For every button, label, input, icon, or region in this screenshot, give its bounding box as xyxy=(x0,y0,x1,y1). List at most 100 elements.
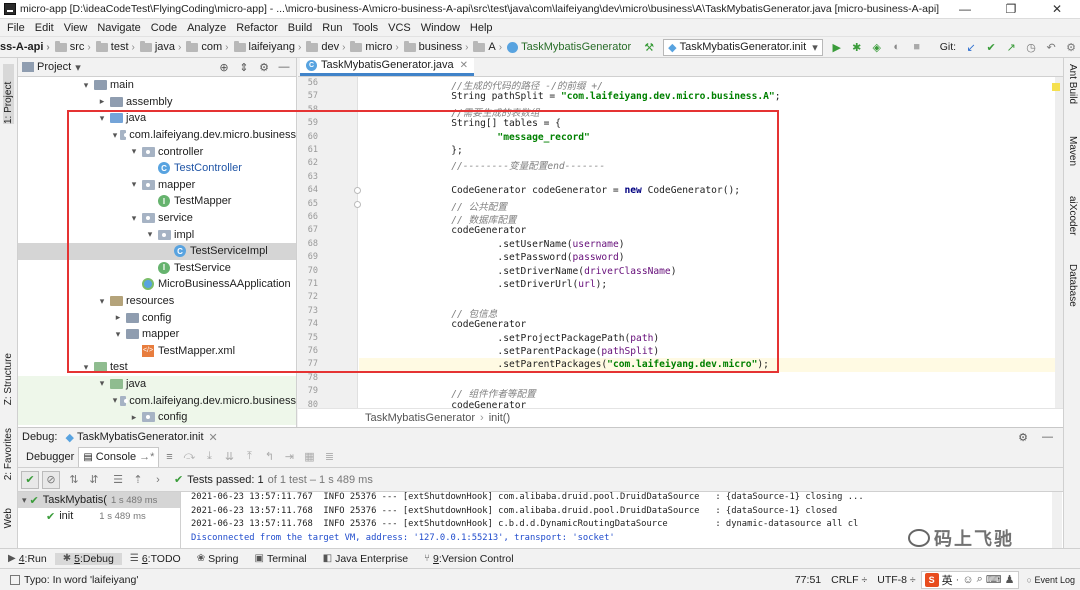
tool-window-todo[interactable]: ☰ 6: TODO xyxy=(122,553,189,565)
menu-navigate[interactable]: Navigate xyxy=(92,22,145,34)
stop-icon[interactable]: ■ xyxy=(909,39,925,55)
git-update-icon[interactable]: ↙ xyxy=(963,39,979,55)
gear-icon[interactable]: ⚙ xyxy=(1018,431,1028,444)
maven-tool-button[interactable]: Maven xyxy=(1067,136,1078,166)
fold-marker[interactable] xyxy=(354,187,361,195)
git-commit-icon[interactable]: ✔ xyxy=(983,39,999,55)
close-button[interactable]: ✕ xyxy=(1034,0,1080,19)
breadcrumb-method[interactable]: init() xyxy=(489,412,510,424)
tree-item[interactable]: C TestController xyxy=(18,160,296,177)
breadcrumb-item[interactable]: micro › xyxy=(348,40,401,53)
chevron-down-icon[interactable]: ▾ xyxy=(128,179,140,190)
breadcrumb-item[interactable]: laifeiyang › xyxy=(232,40,305,53)
chevron-right-icon[interactable]: ▸ xyxy=(96,96,108,107)
tree-item[interactable]: ▾ impl xyxy=(18,226,296,243)
tree-item[interactable]: ▾ com.laifeiyang.dev.micro.business xyxy=(18,392,296,409)
tree-item[interactable]: I TestService xyxy=(18,260,296,277)
menu-tools[interactable]: Tools xyxy=(347,22,383,34)
tree-item[interactable]: MicroBusinessAApplication xyxy=(18,276,296,293)
tree-item[interactable]: ▾ main xyxy=(18,77,296,94)
close-tab-icon[interactable]: ✕ xyxy=(460,60,468,71)
history-icon[interactable]: ◷ xyxy=(1023,39,1039,55)
structure-tool-button[interactable]: Z: Structure xyxy=(3,353,14,405)
file-encoding[interactable]: UTF-8 ÷ xyxy=(877,574,915,586)
tool-window-version-control[interactable]: ⑂ 9: Version Control xyxy=(416,553,522,565)
breadcrumb-item[interactable]: src › xyxy=(53,40,94,53)
run-config-select[interactable]: ◆ TaskMybatisGenerator.init ▾ xyxy=(663,38,823,56)
tree-item[interactable]: ▾ java xyxy=(18,110,296,127)
tab-console[interactable]: ▤ Console →* xyxy=(78,446,160,467)
chevron-down-icon[interactable]: ▾ xyxy=(96,113,108,124)
breadcrumb-item[interactable]: java › xyxy=(138,40,185,53)
menu-build[interactable]: Build xyxy=(283,22,317,34)
caret-position[interactable]: 77:51 xyxy=(795,574,821,586)
test-case-row[interactable]: ✔ init 1 s 489 ms xyxy=(18,508,180,524)
collapse-all-icon[interactable]: ⇡ xyxy=(130,472,146,488)
editor-tab-active[interactable]: C TaskMybatisGenerator.java ✕ xyxy=(300,58,475,76)
web-tool-button[interactable]: Web xyxy=(3,508,14,528)
chevron-down-icon[interactable]: ▾ xyxy=(80,362,92,373)
breadcrumb-class[interactable]: TaskMybatisGenerator xyxy=(365,412,475,424)
menu-view[interactable]: View xyxy=(59,22,93,34)
ant-build-tool-button[interactable]: Ant Build xyxy=(1067,64,1078,104)
tree-item[interactable]: ▾ com.laifeiyang.dev.micro.business xyxy=(18,127,296,144)
tree-item[interactable]: ▸ assembly xyxy=(18,94,296,111)
force-step-into-icon[interactable]: ⇊ xyxy=(221,449,237,465)
tree-item[interactable]: I TestMapper xyxy=(18,193,296,210)
tree-item[interactable]: C TestServiceImpl xyxy=(18,242,296,260)
sort-duration-icon[interactable]: ⇵ xyxy=(86,472,102,488)
show-ignored-toggle[interactable]: ⊘ xyxy=(42,470,60,489)
minimize-button[interactable]: — xyxy=(942,0,988,19)
tool-window-java-enterprise[interactable]: ◧ Java Enterprise xyxy=(315,553,416,565)
menu-window[interactable]: Window xyxy=(416,22,465,34)
tree-item[interactable]: ▾ mapper xyxy=(18,326,296,343)
breadcrumb-item[interactable]: TaskMybatisGenerator xyxy=(505,41,631,53)
hide-icon[interactable]: — xyxy=(1042,431,1053,443)
menu-file[interactable]: File xyxy=(2,22,30,34)
tool-window-terminal[interactable]: ▣ Terminal xyxy=(246,553,314,565)
evaluate-icon[interactable]: ▦ xyxy=(301,449,317,465)
trace-icon[interactable]: ≣ xyxy=(321,449,337,465)
debug-session-tab[interactable]: TaskMybatisGenerator.init xyxy=(77,431,204,443)
breadcrumb-item[interactable]: ss-A-api › xyxy=(0,41,53,53)
tab-debugger[interactable]: Debugger xyxy=(22,447,78,467)
tree-item[interactable]: ▾ controller xyxy=(18,143,296,160)
maximize-button[interactable]: ❐ xyxy=(988,0,1034,19)
tool-window-debug[interactable]: ✱ 5: Debug xyxy=(54,552,122,565)
debug-icon[interactable]: ✱ xyxy=(849,39,865,55)
step-out-icon[interactable]: ⤒ xyxy=(241,449,257,465)
tree-item[interactable]: ▾ resources xyxy=(18,293,296,310)
menu-analyze[interactable]: Analyze xyxy=(182,22,231,34)
menu-run[interactable]: Run xyxy=(317,22,347,34)
chevron-down-icon[interactable]: ▾ xyxy=(75,61,81,74)
favorites-tool-button[interactable]: 2: Favorites xyxy=(3,428,14,480)
collapse-icon[interactable]: ⇕ xyxy=(236,61,252,74)
coverage-icon[interactable]: ◈ xyxy=(869,39,885,55)
locate-icon[interactable]: ⊕ xyxy=(216,61,232,74)
tree-item[interactable]: ▸ config xyxy=(18,408,296,426)
menu-vcs[interactable]: VCS xyxy=(383,22,416,34)
tree-item[interactable]: ▸ config xyxy=(18,309,296,326)
chevron-down-icon[interactable]: ▾ xyxy=(80,80,92,91)
menu-edit[interactable]: Edit xyxy=(30,22,59,34)
show-passed-toggle[interactable]: ✔ xyxy=(21,470,39,489)
fold-marker[interactable] xyxy=(354,200,361,208)
chevron-down-icon[interactable]: ▾ xyxy=(112,329,124,340)
chevron-down-icon[interactable]: ▾ xyxy=(128,146,140,157)
chevron-down-icon[interactable]: ▾ xyxy=(112,130,118,141)
breadcrumb-item[interactable]: business › xyxy=(402,40,472,53)
line-separator[interactable]: CRLF ÷ xyxy=(831,574,867,586)
gear-icon[interactable]: ⚙ xyxy=(256,61,272,74)
breadcrumb-item[interactable]: dev › xyxy=(304,40,348,53)
wrap-icon[interactable]: ≡ xyxy=(161,449,177,465)
chevron-right-icon[interactable]: ▸ xyxy=(128,412,140,423)
expand-all-icon[interactable]: ☰ xyxy=(110,472,126,488)
tree-item[interactable]: ▾ java xyxy=(18,375,296,393)
profile-icon[interactable]: ◐ xyxy=(889,39,905,55)
project-tool-button[interactable]: 1: Project xyxy=(3,64,14,124)
database-tool-button[interactable]: Database xyxy=(1067,264,1078,307)
rollback-icon[interactable]: ↶ xyxy=(1043,39,1059,55)
tree-item[interactable]: ▾ mapper xyxy=(18,177,296,194)
chevron-down-icon[interactable]: ▾ xyxy=(112,395,118,406)
close-tab-icon[interactable]: ✕ xyxy=(209,431,218,444)
